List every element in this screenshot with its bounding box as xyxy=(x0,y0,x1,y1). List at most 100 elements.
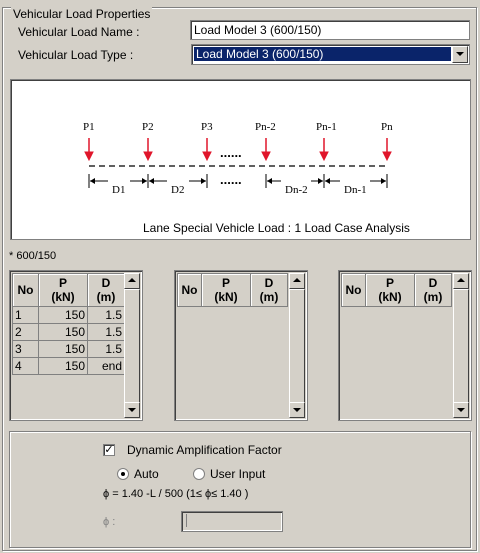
load-label-p1: P1 xyxy=(83,121,95,133)
col-header-d: D (m) xyxy=(414,273,452,307)
col-header-p-unit: (kN) xyxy=(214,290,238,304)
spacing-label-d1: D1 xyxy=(112,184,125,196)
col-header-p: P (kN) xyxy=(201,273,251,307)
load-arrow-head-3 xyxy=(202,151,212,162)
group-title: Vehicular Load Properties xyxy=(11,7,153,21)
cell-p[interactable]: 150 xyxy=(38,306,88,324)
user-input-radio-label[interactable]: User Input xyxy=(210,467,265,481)
col-header-p: P (kN) xyxy=(38,273,88,307)
grid-3-scrollbar[interactable] xyxy=(453,273,469,418)
radio-dot xyxy=(121,472,125,476)
vehicular-load-name-input[interactable]: Load Model 3 (600/150) xyxy=(190,20,470,40)
load-model-note: * 600/150 xyxy=(9,250,57,262)
diagram-caption: Lane Special Vehicle Load : 1 Load Case … xyxy=(143,221,410,235)
scroll-down-button[interactable] xyxy=(124,402,140,418)
load-diagram: P1 P2 P3 Pn-2 Pn-1 Pn ...... D1 D2 Dn-2 … xyxy=(10,79,471,240)
col-header-p-name: P xyxy=(385,276,394,290)
axle-load-table-1: No P (kN) D (m) 1 150 1.5 2 150 1.5 3 150 … xyxy=(12,273,125,375)
col-header-d-unit: (m) xyxy=(259,290,279,304)
scroll-up-button[interactable] xyxy=(289,273,305,289)
scroll-up-button[interactable] xyxy=(124,273,140,289)
scroll-down-button[interactable] xyxy=(453,402,469,418)
checkmark-icon: ✓ xyxy=(104,444,114,456)
col-header-d-name: D xyxy=(428,276,438,290)
vehicular-load-type-select[interactable]: Load Model 3 (600/150) xyxy=(191,44,470,65)
col-header-d: D (m) xyxy=(250,273,288,307)
load-arrow-head-6 xyxy=(382,151,392,162)
cell-p[interactable]: 150 xyxy=(38,340,88,358)
arrow-up-icon xyxy=(457,278,465,282)
load-label-p2: P2 xyxy=(142,121,154,133)
col-header-d: D (m) xyxy=(87,273,125,307)
user-input-radio[interactable] xyxy=(193,468,205,480)
axle-load-grid-3[interactable]: No P (kN) D (m) xyxy=(338,270,472,421)
col-header-p-unit: (kN) xyxy=(51,290,75,304)
cell-d[interactable]: 1.5 xyxy=(87,340,125,358)
spacing-label-dn-1: Dn-1 xyxy=(344,184,367,196)
spacing-label-dn-2: Dn-2 xyxy=(285,184,308,196)
cell-p[interactable]: 150 xyxy=(38,323,88,341)
axle-load-table-3: No P (kN) D (m) xyxy=(341,273,452,307)
axle-load-grid-2[interactable]: No P (kN) D (m) xyxy=(174,270,308,421)
load-arrow-head-2 xyxy=(143,151,153,162)
load-label-pn-1: Pn-1 xyxy=(316,121,337,133)
type-label: Vehicular Load Type : xyxy=(18,48,134,62)
phi-input[interactable] xyxy=(181,511,283,532)
col-header-p-name: P xyxy=(221,276,230,290)
table-row[interactable]: 1 150 1.5 xyxy=(12,306,125,324)
arrow-down-icon xyxy=(293,408,301,412)
name-label: Vehicular Load Name : xyxy=(18,25,140,39)
cell-no: 3 xyxy=(12,340,39,358)
arrow-up-icon xyxy=(128,278,136,282)
load-label-pn: Pn xyxy=(381,121,393,133)
cell-no: 2 xyxy=(12,323,39,341)
load-label-p3: P3 xyxy=(201,121,213,133)
selected-load-type: Load Model 3 (600/150) xyxy=(193,46,452,62)
load-label-pn-2: Pn-2 xyxy=(255,121,276,133)
scroll-thumb[interactable] xyxy=(124,289,140,404)
col-header-d-unit: (m) xyxy=(96,290,116,304)
daf-formula: ϕ = 1.40 -L / 500 (1≤ ϕ≤ 1.40 ) xyxy=(103,488,249,500)
cell-no: 4 xyxy=(12,357,39,375)
grid-2-scrollbar[interactable] xyxy=(289,273,305,418)
cell-d[interactable]: 1.5 xyxy=(87,323,125,341)
col-header-d-name: D xyxy=(264,276,274,290)
axle-load-grid-1[interactable]: No P (kN) D (m) 1 150 1.5 2 150 1.5 3 150 … xyxy=(9,270,143,421)
table-row[interactable]: 3 150 1.5 xyxy=(12,340,125,358)
scroll-thumb[interactable] xyxy=(453,289,469,404)
load-arrow-head-5 xyxy=(319,151,329,162)
load-arrow-head-1 xyxy=(84,151,94,162)
col-header-p-unit: (kN) xyxy=(378,290,402,304)
scroll-down-button[interactable] xyxy=(289,402,305,418)
phi-label: ϕ : xyxy=(103,516,116,528)
col-header-no: No xyxy=(12,273,39,307)
scroll-up-button[interactable] xyxy=(453,273,469,289)
dropdown-button[interactable] xyxy=(452,46,468,63)
auto-radio-label[interactable]: Auto xyxy=(134,467,159,481)
daf-checkbox-label[interactable]: Dynamic Amplification Factor xyxy=(127,443,282,457)
text-caret xyxy=(186,514,187,527)
cell-no: 1 xyxy=(12,306,39,324)
cell-d[interactable]: end xyxy=(87,357,125,375)
spacing-label-d2: D2 xyxy=(171,184,184,196)
ellipsis-bottom: ...... xyxy=(220,172,242,187)
table-row[interactable]: 4 150 end xyxy=(12,357,125,375)
arrow-down-icon xyxy=(128,408,136,412)
col-header-p-name: P xyxy=(58,276,67,290)
chevron-down-icon xyxy=(456,52,464,56)
col-header-no: No xyxy=(177,273,202,307)
daf-checkbox[interactable]: ✓ xyxy=(103,444,115,456)
col-header-d-name: D xyxy=(101,276,111,290)
load-arrow-head-4 xyxy=(261,151,271,162)
auto-radio[interactable] xyxy=(117,468,129,480)
cell-p[interactable]: 150 xyxy=(38,357,88,375)
arrow-down-icon xyxy=(457,408,465,412)
ellipsis-top: ...... xyxy=(220,145,242,160)
arrow-up-icon xyxy=(293,278,301,282)
col-header-no: No xyxy=(341,273,366,307)
col-header-p: P (kN) xyxy=(365,273,415,307)
table-row[interactable]: 2 150 1.5 xyxy=(12,323,125,341)
cell-d[interactable]: 1.5 xyxy=(87,306,125,324)
scroll-thumb[interactable] xyxy=(289,289,305,404)
grid-1-scrollbar[interactable] xyxy=(124,273,140,418)
